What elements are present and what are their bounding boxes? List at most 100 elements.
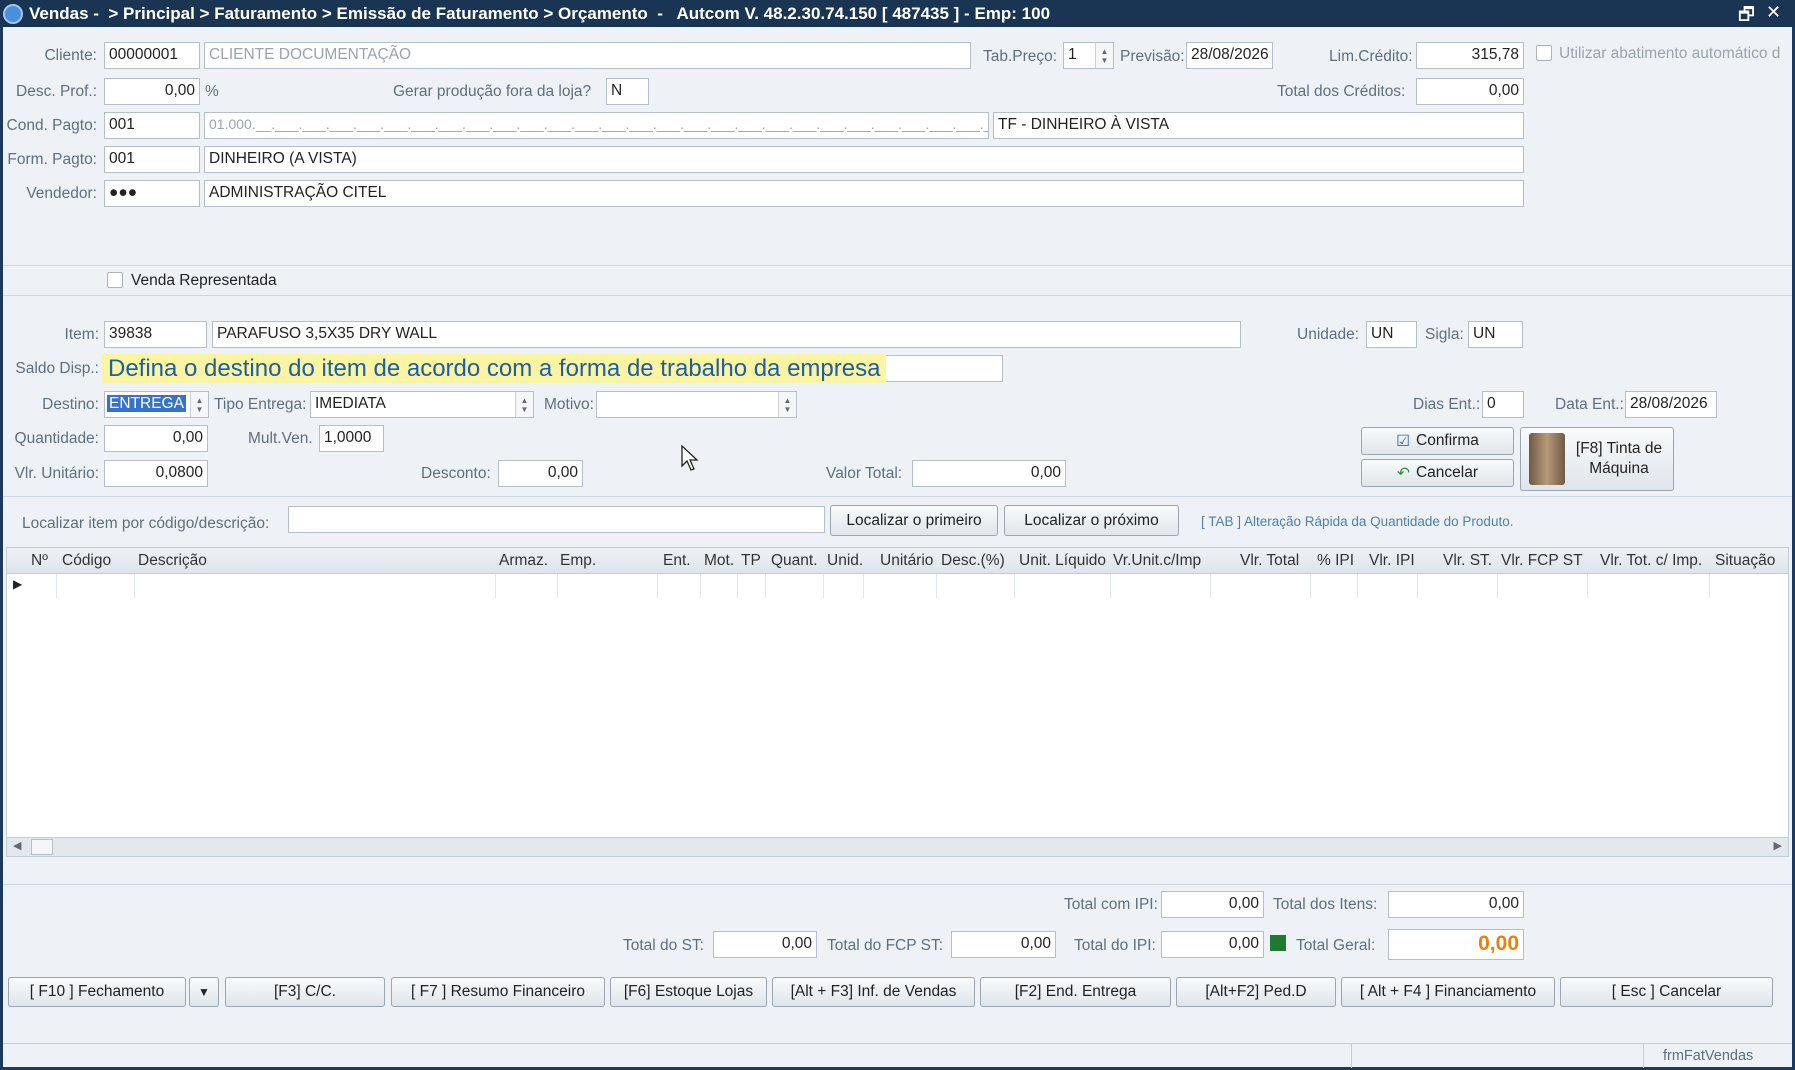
- column-header[interactable]: Situação: [1715, 548, 1775, 574]
- column-header[interactable]: Ent.: [663, 548, 691, 574]
- vendedor-desc-field[interactable]: ADMINISTRAÇÃO CITEL: [204, 180, 1524, 207]
- total-ipi-field[interactable]: 0,00: [1161, 891, 1264, 918]
- column-header[interactable]: Vlr. Total: [1240, 548, 1299, 574]
- grid-line: [1210, 574, 1211, 598]
- form-pagto-field[interactable]: 001: [104, 146, 200, 173]
- abatimento-checkbox[interactable]: [1536, 45, 1552, 61]
- unidade-field[interactable]: UN: [1366, 321, 1417, 348]
- scroll-left-icon[interactable]: ◀: [13, 839, 21, 852]
- previsao-field[interactable]: 28/08/2026: [1186, 42, 1273, 69]
- dias-ent-field[interactable]: 0: [1482, 391, 1524, 418]
- chevron-down-icon: ▼: [198, 985, 210, 999]
- localizar-input[interactable]: [288, 506, 825, 533]
- data-ent-field[interactable]: 28/08/2026: [1625, 391, 1717, 418]
- localizar-primeiro-button[interactable]: Localizar o primeiro: [830, 505, 998, 536]
- item-code-field[interactable]: 39838: [104, 321, 207, 348]
- desconto-field[interactable]: 0,00: [498, 460, 583, 487]
- total-geral-field[interactable]: 0,00: [1388, 929, 1524, 960]
- cliente-code-field[interactable]: 00000001: [104, 42, 200, 69]
- column-header[interactable]: Unit. Líquido: [1019, 548, 1106, 574]
- column-header[interactable]: % IPI: [1317, 548, 1354, 574]
- grid-line: [1497, 574, 1498, 598]
- cancelar-button[interactable]: ↶ Cancelar: [1361, 459, 1514, 487]
- column-header[interactable]: Desc.(%): [941, 548, 1005, 574]
- tinta-maquina-button[interactable]: [F8] Tinta de Máquina: [1520, 427, 1674, 491]
- localizar-proximo-button[interactable]: Localizar o próximo: [1004, 505, 1179, 536]
- column-header[interactable]: Emp.: [560, 548, 596, 574]
- cliente-name-field[interactable]: CLIENTE DOCUMENTAÇÃO: [204, 42, 971, 69]
- cc-button[interactable]: [F3] C/C.: [225, 977, 385, 1007]
- lim-credito-field[interactable]: 315,78: [1416, 42, 1524, 69]
- app-logo-icon: [3, 3, 23, 24]
- total-ipi-label: Total com IPI:: [1064, 896, 1158, 913]
- mult-ven-field[interactable]: 1,0000: [319, 425, 384, 452]
- sigla-label: Sigla:: [1425, 326, 1464, 343]
- close-icon[interactable]: ✕: [1766, 2, 1781, 23]
- column-header[interactable]: Armaz.: [499, 548, 548, 574]
- column-header[interactable]: Vlr. ST.: [1443, 548, 1492, 574]
- tab-preco-field[interactable]: 1 ▲ ▼: [1063, 42, 1114, 69]
- column-header[interactable]: Código: [62, 548, 111, 574]
- spinner-icon[interactable]: ▲ ▼: [515, 392, 533, 417]
- cond-pagto-field[interactable]: 001: [104, 112, 200, 139]
- vlr-unitario-field[interactable]: 0,0800: [104, 460, 208, 487]
- sigla-field[interactable]: UN: [1468, 321, 1523, 348]
- tab-preco-label: Tab.Preço:: [983, 48, 1058, 65]
- scroll-thumb[interactable]: [31, 839, 53, 855]
- motivo-select[interactable]: ▲ ▼: [596, 391, 797, 418]
- column-header[interactable]: Vr.Unit.c/Imp: [1113, 548, 1201, 574]
- resumo-financeiro-button[interactable]: [ F7 ] Resumo Financeiro: [391, 977, 605, 1007]
- confirma-label: Confirma: [1416, 432, 1479, 449]
- column-header[interactable]: Vlr. IPI: [1369, 548, 1415, 574]
- grid-line: [1417, 574, 1418, 598]
- gerar-producao-label: Gerar produção fora da loja?: [393, 83, 592, 100]
- quantidade-field[interactable]: 0,00: [104, 425, 208, 452]
- grid-header: Nº Código Descrição Armaz. Emp. Ent. Mot…: [7, 548, 1788, 574]
- column-header[interactable]: Nº: [31, 548, 48, 574]
- column-header[interactable]: Descrição: [138, 548, 207, 574]
- esc-cancelar-button[interactable]: [ Esc ] Cancelar: [1560, 977, 1773, 1007]
- vendedor-field[interactable]: ●●●: [104, 180, 200, 207]
- destino-tooltip: Defina o destino do item de acordo com a…: [102, 354, 887, 383]
- column-header[interactable]: Unid.: [827, 548, 863, 574]
- mult-ven-label: Mult.Ven.: [248, 430, 313, 447]
- data-ent-label: Data Ent.:: [1555, 396, 1624, 413]
- destino-select[interactable]: ENTREGA ▲ ▼: [104, 391, 209, 418]
- scroll-right-icon[interactable]: ▶: [1774, 839, 1782, 852]
- abatimento-label: Utilizar abatimento automático d: [1559, 45, 1781, 62]
- total-do-ipi-field[interactable]: 0,00: [1161, 931, 1264, 958]
- estoque-lojas-button[interactable]: [F6] Estoque Lojas: [610, 977, 767, 1007]
- grid-horizontal-scrollbar[interactable]: ◀ ▶: [6, 837, 1789, 857]
- confirm-icon: ☑: [1396, 432, 1410, 450]
- valor-total-field[interactable]: 0,00: [912, 460, 1066, 487]
- end-entrega-button[interactable]: [F2] End. Entrega: [980, 977, 1171, 1007]
- fechamento-button[interactable]: [ F10 ] Fechamento: [8, 977, 186, 1007]
- spinner-icon[interactable]: ▲ ▼: [1095, 43, 1113, 68]
- column-header[interactable]: Vlr. FCP ST: [1501, 548, 1583, 574]
- spinner-icon[interactable]: ▲ ▼: [190, 392, 208, 417]
- venda-representada-checkbox[interactable]: [107, 272, 123, 288]
- cond-pagto-mask-field[interactable]: 01.000.__.___.___.___.___.___.___.___.__…: [204, 112, 989, 139]
- item-desc-field[interactable]: PARAFUSO 3,5X35 DRY WALL: [212, 321, 1241, 348]
- tipo-entrega-select[interactable]: IMEDIATA ▲ ▼: [310, 391, 534, 418]
- column-header[interactable]: Quant.: [771, 548, 818, 574]
- total-creditos-field[interactable]: 0,00: [1416, 78, 1524, 105]
- financiamento-button[interactable]: [ Alt + F4 ] Financiamento: [1341, 977, 1555, 1007]
- column-header[interactable]: TP: [741, 548, 761, 574]
- total-itens-field[interactable]: 0,00: [1388, 891, 1524, 918]
- cond-pagto-desc-field[interactable]: TF - DINHEIRO À VISTA: [993, 112, 1524, 139]
- total-st-field[interactable]: 0,00: [713, 931, 817, 958]
- column-header[interactable]: Mot.: [704, 548, 734, 574]
- ped-d-button[interactable]: [Alt+F2] Ped.D: [1176, 977, 1336, 1007]
- confirma-button[interactable]: ☑ Confirma: [1361, 427, 1514, 455]
- column-header[interactable]: Vlr. Tot. c/ Imp.: [1600, 548, 1702, 574]
- items-grid[interactable]: Nº Código Descrição Armaz. Emp. Ent. Mot…: [6, 547, 1789, 840]
- inf-vendas-button[interactable]: [Alt + F3] Inf. de Vendas: [772, 977, 975, 1007]
- form-pagto-desc-field[interactable]: DINHEIRO (A VISTA): [204, 146, 1524, 173]
- column-header[interactable]: Unitário: [880, 548, 933, 574]
- fechamento-dropdown[interactable]: ▼: [189, 977, 219, 1007]
- desc-prof-field[interactable]: 0,00: [104, 78, 200, 105]
- total-fcp-field[interactable]: 0,00: [951, 931, 1056, 958]
- gerar-producao-field[interactable]: N: [606, 78, 649, 105]
- spinner-icon[interactable]: ▲ ▼: [778, 392, 796, 417]
